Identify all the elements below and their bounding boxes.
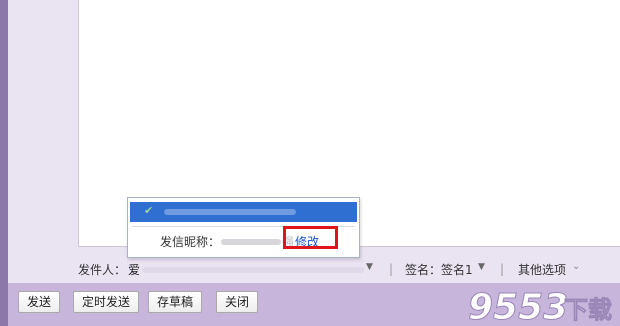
- double-chevron-down-icon[interactable]: ⌄: [572, 261, 580, 272]
- left-rail: [0, 0, 8, 326]
- highlight-box: [283, 226, 338, 249]
- watermark-digits: 9553: [468, 287, 568, 324]
- close-button[interactable]: 关闭: [216, 291, 259, 313]
- signature-label: 签名：: [405, 263, 442, 277]
- watermark-suffix: 下载: [564, 296, 612, 324]
- dropdown-arrow-icon[interactable]: ▼: [478, 262, 485, 272]
- watermark-logo: 9553 下载: [468, 287, 612, 325]
- sender-address-redacted: [142, 267, 364, 273]
- save-draft-button[interactable]: 存草稿: [148, 291, 203, 313]
- sender-option-selected[interactable]: ✔: [130, 202, 357, 222]
- nickname-label: 发信昵称：: [160, 235, 221, 249]
- sender-row: 发件人： 爱 ▼ | 签名： 签名1 ▼ | 其他选项 ⌄: [78, 261, 618, 277]
- send-button[interactable]: 发送: [18, 291, 61, 313]
- scheduled-send-button[interactable]: 定时发送: [73, 291, 140, 313]
- other-options-link[interactable]: 其他选项: [518, 261, 566, 278]
- nickname-redacted: [221, 239, 281, 245]
- separator: |: [500, 262, 505, 276]
- dropdown-arrow-icon[interactable]: ▼: [366, 262, 373, 272]
- signature-select[interactable]: 签名1: [441, 261, 473, 278]
- check-icon: ✔: [144, 204, 154, 217]
- sender-address-redacted: [164, 209, 296, 215]
- separator: |: [389, 262, 394, 276]
- sender-label: 发件人：: [78, 263, 127, 277]
- sender-select[interactable]: 爱: [128, 261, 140, 278]
